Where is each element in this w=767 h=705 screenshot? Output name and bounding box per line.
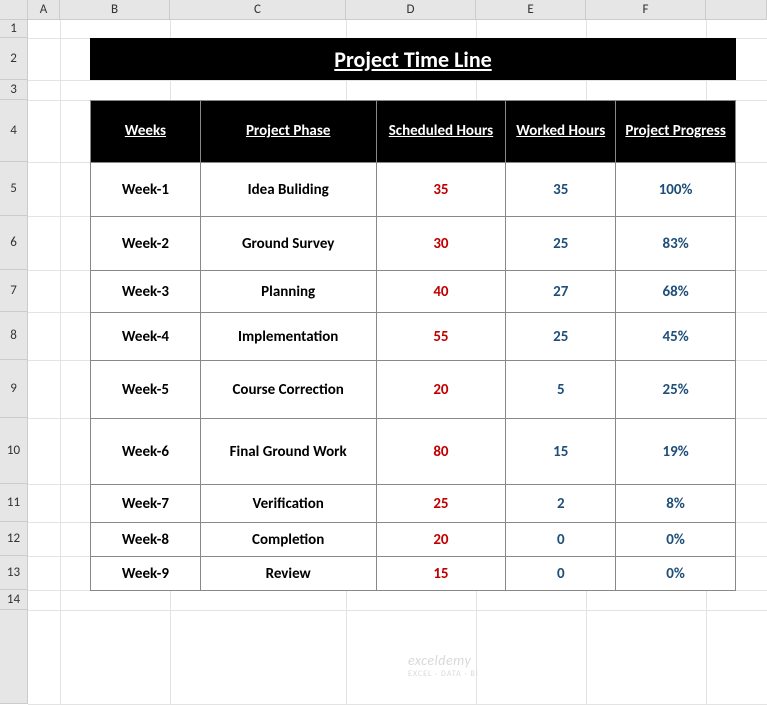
cell-worked[interactable]: 0 <box>506 523 616 557</box>
cell-phase[interactable]: Ground Survey <box>200 217 376 271</box>
project-timeline-table: Weeks Project Phase Scheduled Hours Work… <box>90 100 736 591</box>
cell-week[interactable]: Week-3 <box>91 271 201 313</box>
row-headers: 1234567891011121314 <box>0 20 28 704</box>
table-row[interactable]: Week-8Completion2000% <box>91 523 736 557</box>
cell-progress[interactable]: 100% <box>616 163 736 217</box>
cell-week[interactable]: Week-6 <box>91 419 201 485</box>
cell-worked[interactable]: 25 <box>506 217 616 271</box>
cell-week[interactable]: Week-5 <box>91 361 201 419</box>
row-header-5[interactable]: 5 <box>0 162 27 216</box>
cell-worked[interactable]: 5 <box>506 361 616 419</box>
row-header-6[interactable]: 6 <box>0 216 27 270</box>
cell-progress[interactable]: 0% <box>616 523 736 557</box>
cell-phase[interactable]: Verification <box>200 485 376 523</box>
cell-worked[interactable]: 25 <box>506 313 616 361</box>
column-header-F[interactable]: F <box>586 0 706 19</box>
cell-progress[interactable]: 45% <box>616 313 736 361</box>
row-header-12[interactable]: 12 <box>0 522 27 556</box>
header-scheduled: Scheduled Hours <box>376 101 506 163</box>
cell-phase[interactable]: Final Ground Work <box>200 419 376 485</box>
table-row[interactable]: Week-3Planning402768% <box>91 271 736 313</box>
row-header-11[interactable]: 11 <box>0 484 27 522</box>
cell-worked[interactable]: 15 <box>506 419 616 485</box>
cell-phase[interactable]: Review <box>200 557 376 591</box>
watermark: exceldemy EXCEL · DATA · BI <box>408 652 479 679</box>
cell-progress[interactable]: 25% <box>616 361 736 419</box>
cell-scheduled[interactable]: 35 <box>376 163 506 217</box>
cell-progress[interactable]: 83% <box>616 217 736 271</box>
table-row[interactable]: Week-6Final Ground Work801519% <box>91 419 736 485</box>
cell-week[interactable]: Week-4 <box>91 313 201 361</box>
column-header-blank[interactable] <box>706 0 767 19</box>
cell-scheduled[interactable]: 20 <box>376 523 506 557</box>
cell-worked[interactable]: 0 <box>506 557 616 591</box>
cell-week[interactable]: Week-2 <box>91 217 201 271</box>
table-row[interactable]: Week-5Course Correction20525% <box>91 361 736 419</box>
cell-week[interactable]: Week-1 <box>91 163 201 217</box>
row-header-2[interactable]: 2 <box>0 38 27 80</box>
cell-scheduled[interactable]: 40 <box>376 271 506 313</box>
select-all-corner[interactable] <box>0 0 28 19</box>
cell-phase[interactable]: Completion <box>200 523 376 557</box>
column-header-D[interactable]: D <box>346 0 476 19</box>
cell-phase[interactable]: Planning <box>200 271 376 313</box>
table-row[interactable]: Week-1Idea Buliding3535100% <box>91 163 736 217</box>
header-phase: Project Phase <box>200 101 376 163</box>
table-row[interactable]: Week-7Verification2528% <box>91 485 736 523</box>
cell-progress[interactable]: 19% <box>616 419 736 485</box>
table-header-row: Weeks Project Phase Scheduled Hours Work… <box>91 101 736 163</box>
cell-phase[interactable]: Idea Buliding <box>200 163 376 217</box>
cell-scheduled[interactable]: 80 <box>376 419 506 485</box>
cell-week[interactable]: Week-7 <box>91 485 201 523</box>
cell-worked[interactable]: 35 <box>506 163 616 217</box>
header-progress: Project Progress <box>616 101 736 163</box>
header-weeks: Weeks <box>91 101 201 163</box>
cell-worked[interactable]: 27 <box>506 271 616 313</box>
column-header-A[interactable]: A <box>28 0 60 19</box>
column-header-C[interactable]: C <box>170 0 346 19</box>
cell-phase[interactable]: Course Correction <box>200 361 376 419</box>
cell-grid[interactable]: Project Time Line Weeks Project Phase Sc… <box>28 20 767 704</box>
row-header-4[interactable]: 4 <box>0 100 27 162</box>
cell-progress[interactable]: 68% <box>616 271 736 313</box>
cell-scheduled[interactable]: 55 <box>376 313 506 361</box>
cell-progress[interactable]: 0% <box>616 557 736 591</box>
column-header-B[interactable]: B <box>60 0 170 19</box>
row-header-14[interactable]: 14 <box>0 590 27 610</box>
table-row[interactable]: Week-9Review1500% <box>91 557 736 591</box>
cell-week[interactable]: Week-8 <box>91 523 201 557</box>
header-worked: Worked Hours <box>506 101 616 163</box>
cell-scheduled[interactable]: 25 <box>376 485 506 523</box>
cell-week[interactable]: Week-9 <box>91 557 201 591</box>
cell-scheduled[interactable]: 20 <box>376 361 506 419</box>
cell-progress[interactable]: 8% <box>616 485 736 523</box>
cell-scheduled[interactable]: 15 <box>376 557 506 591</box>
row-header-13[interactable]: 13 <box>0 556 27 590</box>
row-header-8[interactable]: 8 <box>0 312 27 360</box>
row-header-1[interactable]: 1 <box>0 20 27 38</box>
row-header-3[interactable]: 3 <box>0 80 27 100</box>
row-header-9[interactable]: 9 <box>0 360 27 418</box>
table-row[interactable]: Week-2Ground Survey302583% <box>91 217 736 271</box>
title-bar: Project Time Line <box>90 38 736 80</box>
table-row[interactable]: Week-4Implementation552545% <box>91 313 736 361</box>
cell-scheduled[interactable]: 30 <box>376 217 506 271</box>
row-header-7[interactable]: 7 <box>0 270 27 312</box>
page-title: Project Time Line <box>334 46 491 73</box>
cell-worked[interactable]: 2 <box>506 485 616 523</box>
cell-phase[interactable]: Implementation <box>200 313 376 361</box>
column-header-E[interactable]: E <box>476 0 586 19</box>
column-headers: ABCDEF <box>0 0 767 20</box>
row-header-10[interactable]: 10 <box>0 418 27 484</box>
